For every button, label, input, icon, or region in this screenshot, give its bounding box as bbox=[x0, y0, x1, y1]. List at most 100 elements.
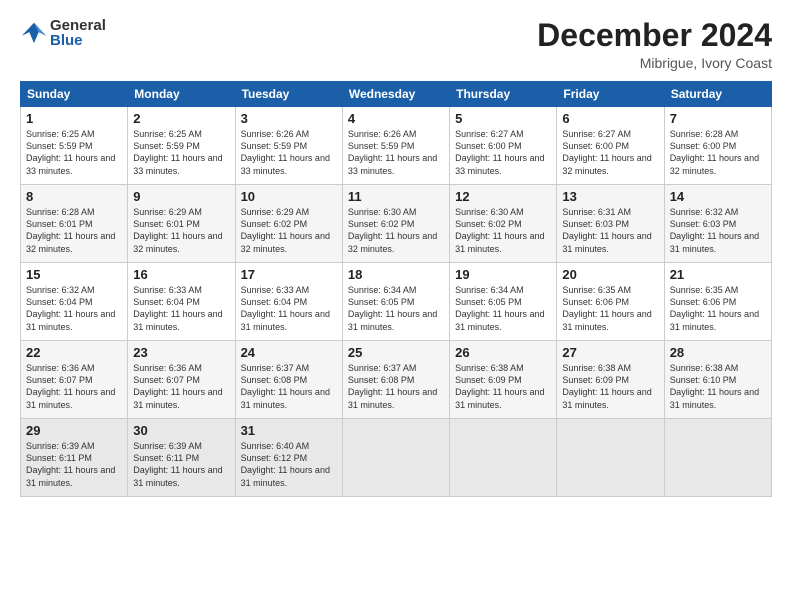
logo-general: General bbox=[50, 18, 106, 33]
day-number: 25 bbox=[348, 345, 444, 360]
calendar-cell: 24 Sunrise: 6:37 AM Sunset: 6:08 PM Dayli… bbox=[235, 341, 342, 419]
calendar-week-1: 8 Sunrise: 6:28 AM Sunset: 6:01 PM Daylig… bbox=[21, 185, 772, 263]
calendar-cell: 22 Sunrise: 6:36 AM Sunset: 6:07 PM Dayli… bbox=[21, 341, 128, 419]
calendar-cell bbox=[664, 419, 771, 497]
col-monday: Monday bbox=[128, 82, 235, 107]
day-info: Sunrise: 6:36 AM Sunset: 6:07 PM Dayligh… bbox=[133, 362, 229, 411]
page: General Blue December 2024 Mibrigue, Ivo… bbox=[0, 0, 792, 612]
calendar-cell: 11 Sunrise: 6:30 AM Sunset: 6:02 PM Dayli… bbox=[342, 185, 449, 263]
calendar-cell: 1 Sunrise: 6:25 AM Sunset: 5:59 PM Daylig… bbox=[21, 107, 128, 185]
day-number: 2 bbox=[133, 111, 229, 126]
day-number: 14 bbox=[670, 189, 766, 204]
logo: General Blue bbox=[20, 18, 106, 48]
day-number: 7 bbox=[670, 111, 766, 126]
day-number: 1 bbox=[26, 111, 122, 126]
day-info: Sunrise: 6:34 AM Sunset: 6:05 PM Dayligh… bbox=[455, 284, 551, 333]
day-info: Sunrise: 6:26 AM Sunset: 5:59 PM Dayligh… bbox=[241, 128, 337, 177]
day-info: Sunrise: 6:35 AM Sunset: 6:06 PM Dayligh… bbox=[562, 284, 658, 333]
day-number: 26 bbox=[455, 345, 551, 360]
logo-blue: Blue bbox=[50, 33, 106, 48]
calendar-cell bbox=[450, 419, 557, 497]
col-sunday: Sunday bbox=[21, 82, 128, 107]
calendar-cell: 5 Sunrise: 6:27 AM Sunset: 6:00 PM Daylig… bbox=[450, 107, 557, 185]
calendar-cell: 13Sunrise: 6:31 AM Sunset: 6:03 PM Dayli… bbox=[557, 185, 664, 263]
calendar-cell: 14 Sunrise: 6:32 AM Sunset: 6:03 PM Dayli… bbox=[664, 185, 771, 263]
calendar-cell: 3Sunrise: 6:26 AM Sunset: 5:59 PM Daylig… bbox=[235, 107, 342, 185]
col-saturday: Saturday bbox=[664, 82, 771, 107]
calendar-cell: 29Sunrise: 6:39 AM Sunset: 6:11 PM Dayli… bbox=[21, 419, 128, 497]
day-number: 5 bbox=[455, 111, 551, 126]
month-title: December 2024 bbox=[537, 18, 772, 53]
day-info: Sunrise: 6:28 AM Sunset: 6:01 PM Dayligh… bbox=[26, 206, 122, 255]
calendar-cell bbox=[557, 419, 664, 497]
day-info: Sunrise: 6:27 AM Sunset: 6:00 PM Dayligh… bbox=[455, 128, 551, 177]
calendar-cell: 7 Sunrise: 6:28 AM Sunset: 6:00 PM Daylig… bbox=[664, 107, 771, 185]
day-info: Sunrise: 6:30 AM Sunset: 6:02 PM Dayligh… bbox=[348, 206, 444, 255]
day-info: Sunrise: 6:29 AM Sunset: 6:02 PM Dayligh… bbox=[241, 206, 337, 255]
day-number: 11 bbox=[348, 189, 444, 204]
day-info: Sunrise: 6:27 AM Sunset: 6:00 PM Dayligh… bbox=[562, 128, 658, 177]
day-number: 9 bbox=[133, 189, 229, 204]
calendar-cell: 26 Sunrise: 6:38 AM Sunset: 6:09 PM Dayli… bbox=[450, 341, 557, 419]
day-info: Sunrise: 6:38 AM Sunset: 6:09 PM Dayligh… bbox=[455, 362, 551, 411]
day-number: 15 bbox=[26, 267, 122, 282]
calendar-cell: 6 Sunrise: 6:27 AM Sunset: 6:00 PM Daylig… bbox=[557, 107, 664, 185]
day-number: 29 bbox=[26, 423, 122, 438]
day-info: Sunrise: 6:34 AM Sunset: 6:05 PM Dayligh… bbox=[348, 284, 444, 333]
day-info: Sunrise: 6:30 AM Sunset: 6:02 PM Dayligh… bbox=[455, 206, 551, 255]
day-number: 13 bbox=[562, 189, 658, 204]
header: General Blue December 2024 Mibrigue, Ivo… bbox=[20, 18, 772, 71]
day-info: Sunrise: 6:33 AM Sunset: 6:04 PM Dayligh… bbox=[133, 284, 229, 333]
calendar-week-3: 22 Sunrise: 6:36 AM Sunset: 6:07 PM Dayli… bbox=[21, 341, 772, 419]
calendar-cell: 10 Sunrise: 6:29 AM Sunset: 6:02 PM Dayli… bbox=[235, 185, 342, 263]
col-thursday: Thursday bbox=[450, 82, 557, 107]
day-info: Sunrise: 6:38 AM Sunset: 6:10 PM Dayligh… bbox=[670, 362, 766, 411]
calendar-cell: 27 Sunrise: 6:38 AM Sunset: 6:09 PM Dayli… bbox=[557, 341, 664, 419]
day-number: 24 bbox=[241, 345, 337, 360]
day-info: Sunrise: 6:32 AM Sunset: 6:03 PM Dayligh… bbox=[670, 206, 766, 255]
day-info: Sunrise: 6:33 AM Sunset: 6:04 PM Dayligh… bbox=[241, 284, 337, 333]
day-number: 22 bbox=[26, 345, 122, 360]
calendar-header: Sunday Monday Tuesday Wednesday Thursday… bbox=[21, 82, 772, 107]
day-info: Sunrise: 6:25 AM Sunset: 5:59 PM Dayligh… bbox=[133, 128, 229, 177]
day-info: Sunrise: 6:38 AM Sunset: 6:09 PM Dayligh… bbox=[562, 362, 658, 411]
day-number: 30 bbox=[133, 423, 229, 438]
day-number: 4 bbox=[348, 111, 444, 126]
day-number: 28 bbox=[670, 345, 766, 360]
day-info: Sunrise: 6:37 AM Sunset: 6:08 PM Dayligh… bbox=[241, 362, 337, 411]
calendar-cell: 19 Sunrise: 6:34 AM Sunset: 6:05 PM Dayli… bbox=[450, 263, 557, 341]
calendar-cell: 17 Sunrise: 6:33 AM Sunset: 6:04 PM Dayli… bbox=[235, 263, 342, 341]
col-tuesday: Tuesday bbox=[235, 82, 342, 107]
day-number: 12 bbox=[455, 189, 551, 204]
day-info: Sunrise: 6:29 AM Sunset: 6:01 PM Dayligh… bbox=[133, 206, 229, 255]
calendar-cell: 12 Sunrise: 6:30 AM Sunset: 6:02 PM Dayli… bbox=[450, 185, 557, 263]
day-number: 8 bbox=[26, 189, 122, 204]
title-block: December 2024 Mibrigue, Ivory Coast bbox=[537, 18, 772, 71]
day-number: 23 bbox=[133, 345, 229, 360]
calendar-week-0: 1 Sunrise: 6:25 AM Sunset: 5:59 PM Daylig… bbox=[21, 107, 772, 185]
day-number: 16 bbox=[133, 267, 229, 282]
day-info: Sunrise: 6:39 AM Sunset: 6:11 PM Dayligh… bbox=[133, 440, 229, 489]
day-info: Sunrise: 6:28 AM Sunset: 6:00 PM Dayligh… bbox=[670, 128, 766, 177]
calendar-week-2: 15Sunrise: 6:32 AM Sunset: 6:04 PM Dayli… bbox=[21, 263, 772, 341]
day-number: 31 bbox=[241, 423, 337, 438]
day-info: Sunrise: 6:35 AM Sunset: 6:06 PM Dayligh… bbox=[670, 284, 766, 333]
calendar-cell: 30 Sunrise: 6:39 AM Sunset: 6:11 PM Dayli… bbox=[128, 419, 235, 497]
day-number: 19 bbox=[455, 267, 551, 282]
day-info: Sunrise: 6:36 AM Sunset: 6:07 PM Dayligh… bbox=[26, 362, 122, 411]
calendar-cell: 2 Sunrise: 6:25 AM Sunset: 5:59 PM Daylig… bbox=[128, 107, 235, 185]
day-number: 18 bbox=[348, 267, 444, 282]
day-number: 17 bbox=[241, 267, 337, 282]
day-number: 6 bbox=[562, 111, 658, 126]
day-info: Sunrise: 6:25 AM Sunset: 5:59 PM Dayligh… bbox=[26, 128, 122, 177]
header-row: Sunday Monday Tuesday Wednesday Thursday… bbox=[21, 82, 772, 107]
day-info: Sunrise: 6:37 AM Sunset: 6:08 PM Dayligh… bbox=[348, 362, 444, 411]
calendar-cell: 8 Sunrise: 6:28 AM Sunset: 6:01 PM Daylig… bbox=[21, 185, 128, 263]
day-number: 10 bbox=[241, 189, 337, 204]
calendar-cell: 25 Sunrise: 6:37 AM Sunset: 6:08 PM Dayli… bbox=[342, 341, 449, 419]
calendar-cell: 31Sunrise: 6:40 AM Sunset: 6:12 PM Dayli… bbox=[235, 419, 342, 497]
day-info: Sunrise: 6:26 AM Sunset: 5:59 PM Dayligh… bbox=[348, 128, 444, 177]
calendar-cell: 15Sunrise: 6:32 AM Sunset: 6:04 PM Dayli… bbox=[21, 263, 128, 341]
day-number: 20 bbox=[562, 267, 658, 282]
day-number: 27 bbox=[562, 345, 658, 360]
